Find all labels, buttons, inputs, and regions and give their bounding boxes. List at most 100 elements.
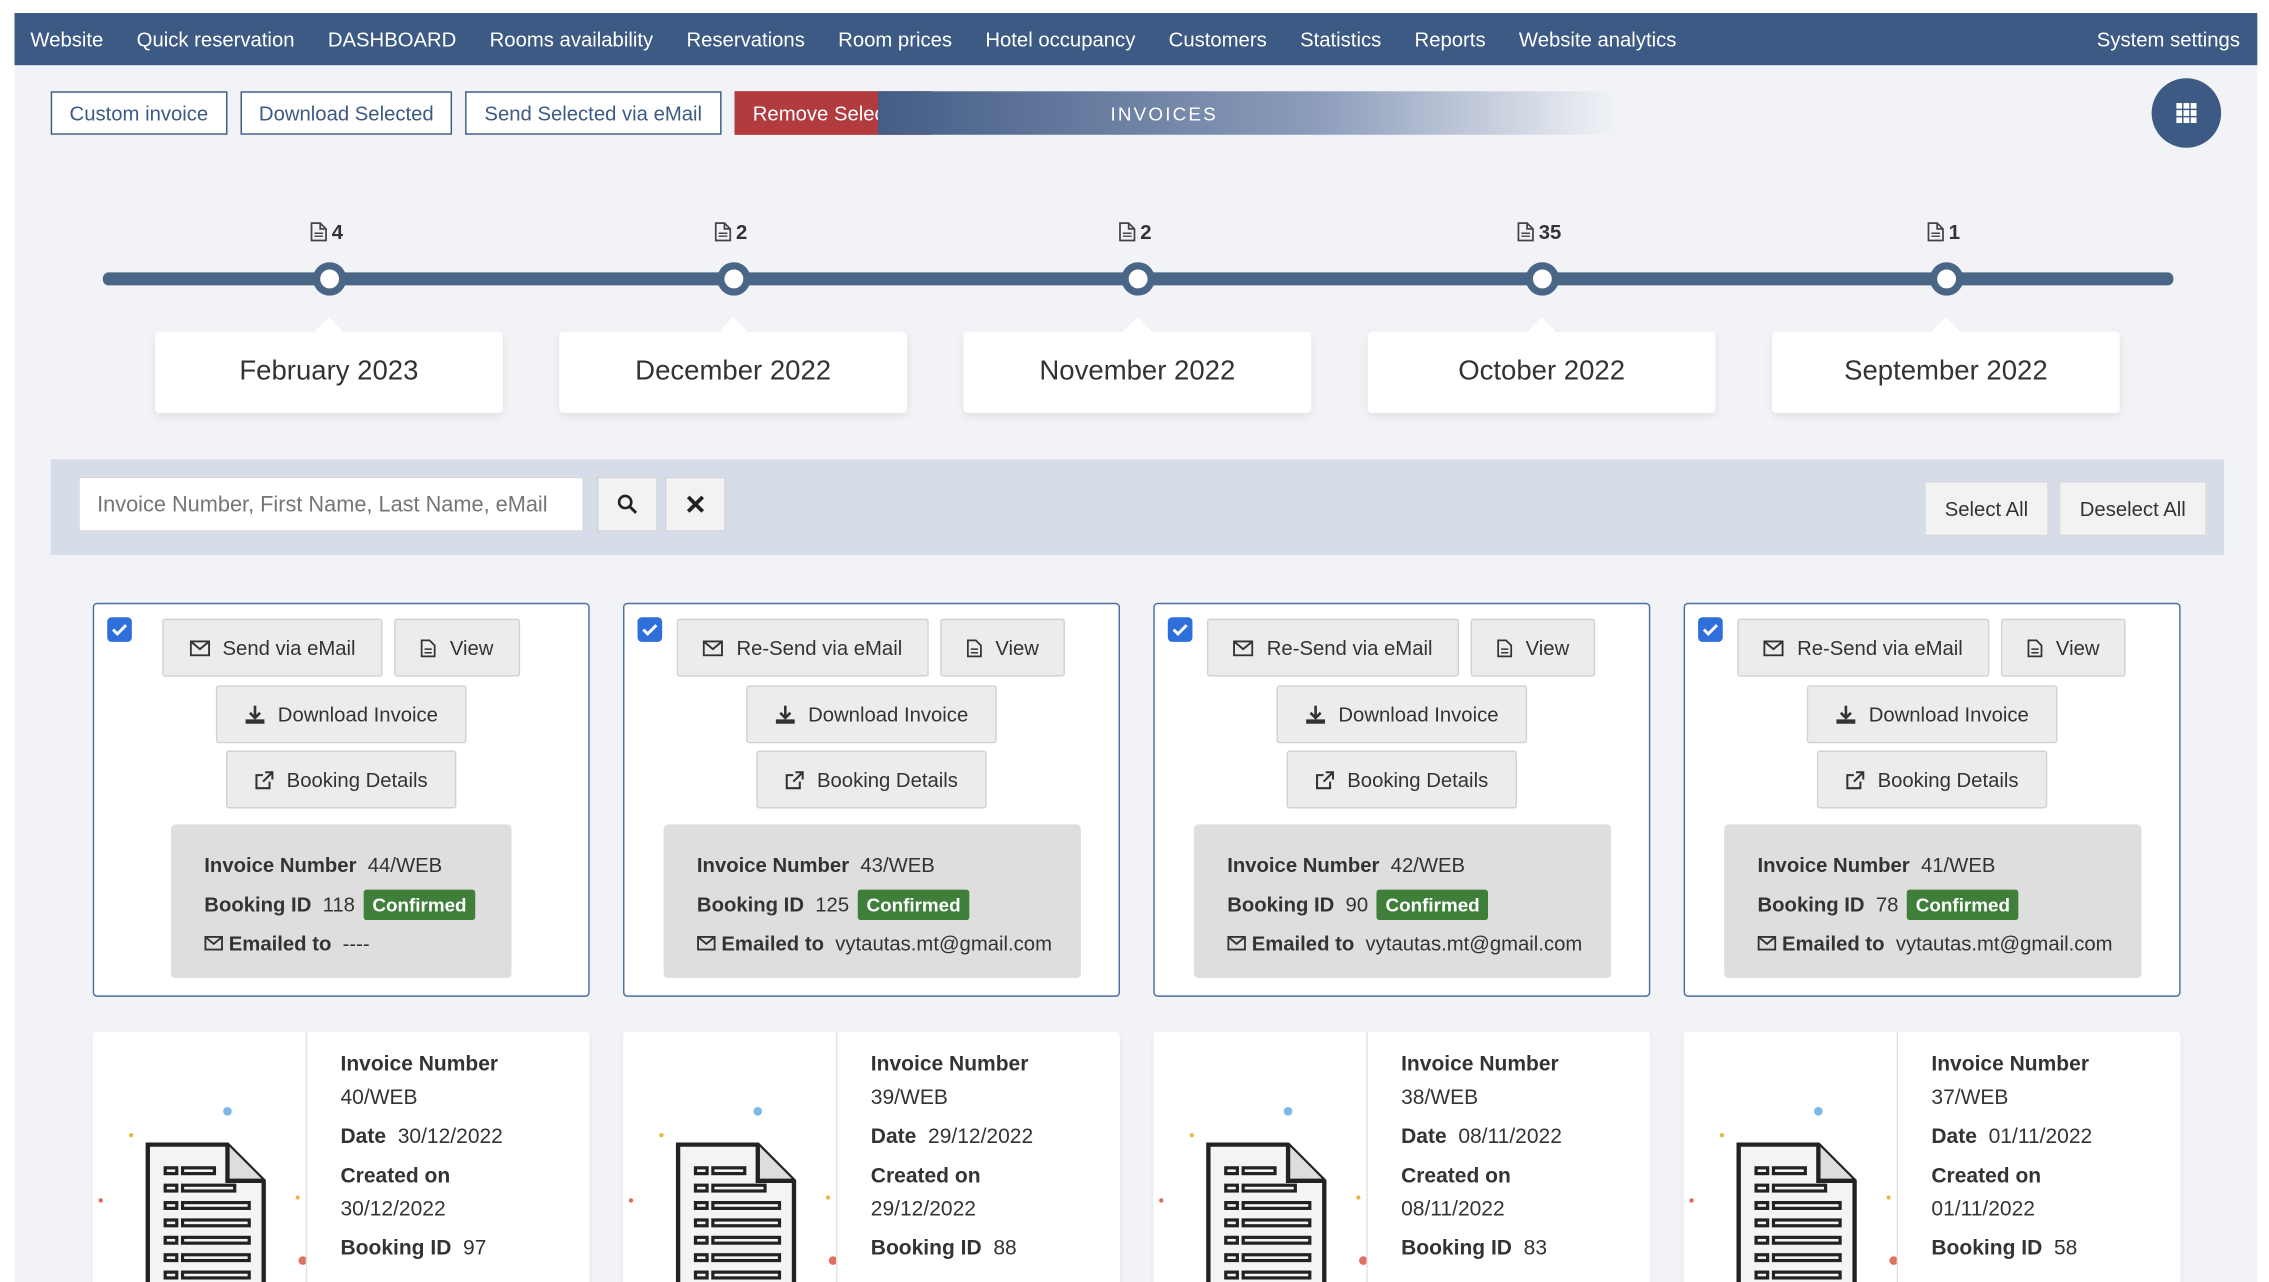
file-icon bbox=[714, 222, 732, 242]
nav-quick-reservation[interactable]: Quick reservation bbox=[120, 28, 311, 51]
download-invoice-button[interactable]: Download Invoice bbox=[1276, 685, 1528, 744]
view-button[interactable]: View bbox=[940, 618, 1065, 677]
timeline-node-december-2022[interactable] bbox=[717, 262, 751, 296]
nav-website[interactable]: Website bbox=[14, 28, 120, 51]
resend-email-button[interactable]: Re-Send via eMail bbox=[676, 618, 929, 677]
nav-website-analytics[interactable]: Website analytics bbox=[1502, 28, 1693, 51]
timeline-node-october-2022[interactable] bbox=[1525, 262, 1560, 296]
nav-room-prices[interactable]: Room prices bbox=[822, 28, 969, 51]
invoice-document-icon bbox=[145, 1142, 266, 1282]
booking-details-button[interactable]: Booking Details bbox=[226, 750, 457, 809]
nav-rooms-availability[interactable]: Rooms availability bbox=[473, 28, 670, 51]
timeline-node-november-2022[interactable] bbox=[1121, 262, 1155, 296]
download-invoice-button[interactable]: Download Invoice bbox=[215, 685, 467, 744]
timeline-month-november-2022[interactable]: November 2022 bbox=[963, 317, 1312, 413]
invoice-document-icon bbox=[675, 1142, 797, 1282]
decorative-dot bbox=[295, 1195, 300, 1200]
timeline-month-september-2022[interactable]: September 2022 bbox=[1772, 317, 2120, 413]
emailed-to-value: ---- bbox=[342, 931, 370, 955]
invoice-card[interactable]: Invoice Number 38/WEB Date 08/11/2022 Cr… bbox=[1153, 1031, 1651, 1282]
file-icon bbox=[966, 638, 982, 657]
view-button[interactable]: View bbox=[394, 618, 521, 677]
search-input[interactable] bbox=[78, 476, 584, 532]
grid-icon bbox=[2176, 102, 2197, 124]
download-invoice-button[interactable]: Download Invoice bbox=[1806, 685, 2058, 744]
nav-system-settings[interactable]: System settings bbox=[2080, 28, 2257, 51]
invoice-checkbox[interactable] bbox=[107, 617, 132, 642]
nav-statistics[interactable]: Statistics bbox=[1283, 28, 1397, 51]
download-icon bbox=[775, 704, 795, 724]
booking-details-button[interactable]: Booking Details bbox=[756, 750, 987, 809]
resend-email-button[interactable]: Re-Send via eMail bbox=[1206, 618, 1460, 677]
send-selected-button[interactable]: Send Selected via eMail bbox=[465, 91, 721, 135]
selected-invoice-card: Re-Send via eMail View Download Invoice … bbox=[1683, 602, 2181, 997]
invoice-card[interactable]: Invoice Number 37/WEB Date 01/11/2022 Cr… bbox=[1683, 1031, 2181, 1282]
decorative-dot bbox=[1189, 1133, 1194, 1138]
invoice-checkbox[interactable] bbox=[637, 617, 663, 642]
envelope-icon bbox=[1233, 639, 1254, 656]
clear-search-button[interactable] bbox=[665, 476, 726, 532]
invoice-number-value: 38/WEB bbox=[1401, 1086, 1479, 1110]
search-button[interactable] bbox=[596, 476, 658, 532]
download-invoice-button[interactable]: Download Invoice bbox=[746, 685, 997, 744]
download-icon bbox=[1836, 704, 1855, 724]
file-icon bbox=[1497, 638, 1513, 657]
timeline-count-value: 1 bbox=[1948, 220, 1961, 244]
created-on-value: 29/12/2022 bbox=[870, 1198, 976, 1222]
booking-id-value: 58 bbox=[2053, 1237, 2078, 1261]
invoice-number-value: 41/WEB bbox=[1920, 853, 1996, 877]
deselect-all-button[interactable]: Deselect All bbox=[2058, 481, 2207, 537]
timeline-count: 1 bbox=[1927, 220, 1960, 243]
send-email-button[interactable]: Send via eMail bbox=[162, 618, 383, 677]
invoice-date-value: 29/12/2022 bbox=[928, 1125, 1034, 1149]
nav-hotel-occupancy[interactable]: Hotel occupancy bbox=[969, 28, 1152, 51]
created-on-value: 01/11/2022 bbox=[1931, 1198, 2035, 1222]
download-selected-button[interactable]: Download Selected bbox=[240, 91, 453, 135]
invoice-info: Invoice Number 41/WEB Booking ID 78 Confi… bbox=[1724, 824, 2142, 979]
booking-id-value: 125 bbox=[815, 892, 850, 916]
timeline-month-october-2022[interactable]: October 2022 bbox=[1367, 317, 1716, 413]
invoice-details: Invoice Number 39/WEB Date 29/12/2022 Cr… bbox=[870, 1053, 1034, 1261]
selected-invoice-card: Send via eMail View Download Invoice Boo… bbox=[92, 602, 590, 997]
grid-menu-button[interactable] bbox=[2151, 78, 2222, 148]
card-divider bbox=[305, 1031, 308, 1282]
timeline-count: 2 bbox=[1119, 220, 1152, 243]
timeline-node-september-2022[interactable] bbox=[1929, 262, 1964, 296]
nav-reports[interactable]: Reports bbox=[1398, 28, 1502, 51]
booking-details-button[interactable]: Booking Details bbox=[1286, 750, 1517, 809]
timeline-node-february-2023[interactable] bbox=[312, 262, 347, 296]
timeline-month-december-2022[interactable]: December 2022 bbox=[559, 317, 908, 413]
emailed-to-value: vytautas.mt@gmail.com bbox=[835, 931, 1052, 955]
booking-details-button[interactable]: Booking Details bbox=[1816, 750, 2048, 809]
booking-id-value: 78 bbox=[1875, 892, 1899, 916]
download-icon bbox=[1305, 704, 1325, 724]
envelope-icon bbox=[703, 639, 724, 656]
invoice-date-value: 01/11/2022 bbox=[1988, 1125, 2093, 1149]
resend-email-button[interactable]: Re-Send via eMail bbox=[1737, 618, 1990, 677]
timeline-month-february-2023[interactable]: February 2023 bbox=[155, 317, 503, 413]
invoice-card[interactable]: Invoice Number 40/WEB Date 30/12/2022 Cr… bbox=[92, 1031, 590, 1282]
custom-invoice-button[interactable]: Custom invoice bbox=[50, 91, 228, 135]
decorative-dot bbox=[1283, 1106, 1293, 1116]
select-all-button[interactable]: Select All bbox=[1924, 481, 2049, 537]
envelope-icon bbox=[1757, 935, 1777, 951]
view-button[interactable]: View bbox=[1470, 618, 1596, 677]
view-button[interactable]: View bbox=[2000, 618, 2126, 677]
decorative-dot bbox=[825, 1195, 831, 1200]
created-on-value: 30/12/2022 bbox=[340, 1198, 446, 1222]
invoice-details: Invoice Number 38/WEB Date 08/11/2022 Cr… bbox=[1401, 1053, 1562, 1261]
invoice-date-value: 08/11/2022 bbox=[1458, 1125, 1562, 1149]
timeline-count-value: 4 bbox=[331, 220, 344, 244]
invoice-checkbox[interactable] bbox=[1167, 617, 1193, 642]
invoice-card[interactable]: Invoice Number 39/WEB Date 29/12/2022 Cr… bbox=[623, 1031, 1120, 1282]
envelope-icon bbox=[1763, 639, 1784, 656]
decorative-dot bbox=[223, 1106, 232, 1116]
invoice-checkbox[interactable] bbox=[1698, 617, 1723, 642]
invoice-number-value: 40/WEB bbox=[340, 1086, 418, 1110]
nav-reservations[interactable]: Reservations bbox=[670, 28, 822, 51]
nav-customers[interactable]: Customers bbox=[1152, 28, 1283, 51]
file-icon bbox=[1517, 222, 1534, 242]
nav-dashboard[interactable]: DASHBOARD bbox=[311, 28, 473, 51]
external-link-icon bbox=[1846, 770, 1865, 789]
timeline-count-value: 35 bbox=[1538, 220, 1562, 244]
